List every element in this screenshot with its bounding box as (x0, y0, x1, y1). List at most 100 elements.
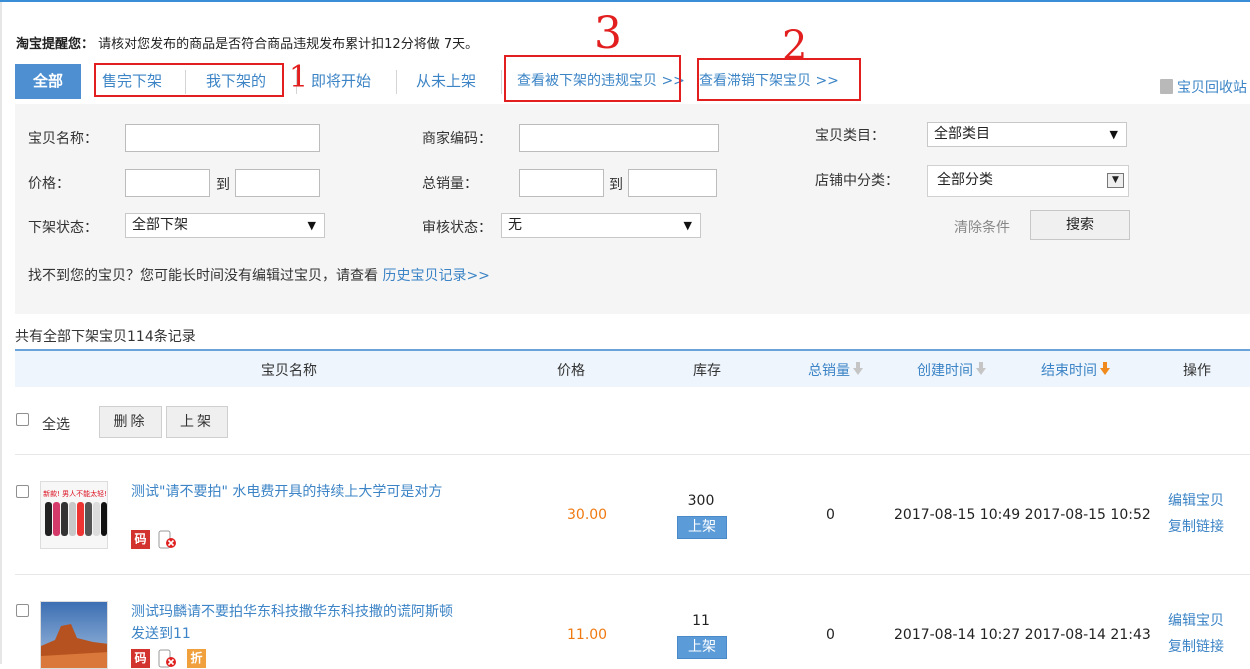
mobile-disabled-icon (158, 649, 176, 668)
product-price: 30.00 (567, 507, 608, 523)
total-sales-label: 总销量： (422, 176, 478, 192)
copy-link[interactable]: 复制链接 (1168, 636, 1224, 656)
code-badge: 码 (131, 530, 150, 549)
notice-bar: 淘宝提醒您： 请核对您发布的商品是否符合商品违规发布累计扣12分将做 7天。 (16, 33, 478, 52)
socks-image: 新款! 男人不能太轻! (41, 482, 107, 548)
price-max-input[interactable] (235, 169, 320, 197)
item-name-label: 宝贝名称： (28, 131, 98, 147)
shop-category-select[interactable]: 全部分类 ▼ (927, 165, 1129, 197)
top-border (0, 0, 1250, 2)
list-button[interactable]: 上架 (166, 406, 228, 438)
sales-to-label: 到 (609, 177, 623, 193)
select-all-label: 全选 (42, 417, 70, 433)
product-dates: 2017-08-15 10:49 2017-08-15 10:52 (894, 507, 1151, 523)
product-sales: 0 (826, 507, 835, 523)
edit-item-link[interactable]: 编辑宝贝 (1168, 490, 1224, 510)
col-ended-sort[interactable]: 结束时间 (1041, 360, 1110, 380)
item-name-input[interactable] (125, 124, 320, 152)
clear-filters-button[interactable]: 清除条件 (954, 217, 1010, 237)
col-created-label: 创建时间 (917, 363, 973, 379)
col-sales-label: 总销量 (808, 363, 850, 379)
table-header: 宝贝名称 价格 库存 总销量 创建时间 结束时间 操作 (15, 349, 1250, 387)
product-stock: 300 (687, 493, 715, 509)
discount-badge: 折 (187, 649, 206, 668)
merchant-code-label: 商家编码： (422, 131, 492, 147)
col-stock: 库存 (693, 363, 721, 379)
annotation-mark-2: 2 (782, 23, 808, 69)
dropdown-arrow-icon: ▼ (1107, 173, 1124, 188)
sort-down-icon (853, 362, 863, 375)
thumb-text: 新款! 男人不能太轻! (43, 489, 107, 498)
row-divider (15, 574, 1250, 575)
review-status-label: 审核状态： (422, 220, 492, 236)
col-created-sort[interactable]: 创建时间 (917, 360, 986, 380)
list-item-button[interactable]: 上架 (677, 636, 727, 659)
left-edge (0, 2, 2, 664)
sort-down-active-icon (1100, 362, 1110, 375)
product-dates: 2017-08-14 10:27 2017-08-14 21:43 (894, 627, 1151, 643)
tab-separator (396, 70, 397, 94)
shop-category-value: 全部分类 (937, 172, 993, 188)
dropdown-arrow-icon: ▼ (307, 219, 316, 232)
tab-never[interactable]: 从未上架 (416, 64, 476, 99)
col-name: 宝贝名称 (261, 363, 317, 379)
search-button[interactable]: 搜索 (1030, 210, 1130, 240)
annotation-mark-3: 3 (594, 8, 622, 59)
col-sales-sort[interactable]: 总销量 (808, 360, 863, 380)
row-checkbox[interactable] (16, 485, 29, 498)
history-records-link[interactable]: 历史宝贝记录>> (382, 268, 489, 284)
sales-max-input[interactable] (628, 169, 717, 197)
sales-min-input[interactable] (519, 169, 604, 197)
mobile-disabled-icon (158, 530, 176, 549)
col-price: 价格 (557, 363, 585, 379)
delete-button[interactable]: 删除 (99, 406, 162, 438)
dropdown-arrow-icon: ▼ (683, 219, 692, 232)
sort-down-icon (976, 362, 986, 375)
product-stock: 11 (692, 613, 710, 629)
price-to-label: 到 (216, 177, 230, 193)
annotation-box-3 (504, 55, 681, 102)
col-ops: 操作 (1183, 363, 1211, 379)
tab-separator (501, 70, 502, 94)
annotation-mark-1: 1 (289, 60, 309, 95)
delist-status-select[interactable]: 全部下架 ▼ (125, 213, 325, 238)
history-hint: 找不到您的宝贝？您可能长时间没有编辑过宝贝，请查看 历史宝贝记录>> (28, 265, 490, 285)
product-thumbnail[interactable] (40, 601, 108, 669)
row-checkbox[interactable] (16, 604, 29, 617)
annotation-box-2 (697, 58, 861, 101)
merchant-code-input[interactable] (519, 124, 719, 152)
product-sales: 0 (826, 627, 835, 643)
product-thumbnail[interactable]: 新款! 男人不能太轻! (40, 481, 108, 549)
annotation-box-1 (94, 63, 284, 97)
shop-category-label: 店铺中分类： (815, 173, 899, 189)
recycle-bin-label: 宝贝回收站 (1177, 80, 1247, 96)
row-divider (15, 454, 1250, 455)
copy-link[interactable]: 复制链接 (1168, 516, 1224, 536)
category-select[interactable]: 全部类目 ▼ (927, 122, 1127, 147)
category-label: 宝贝类目： (815, 128, 885, 144)
dropdown-arrow-icon: ▼ (1109, 128, 1118, 141)
review-status-value: 无 (508, 217, 522, 233)
product-title-link[interactable]: 测试玛麟请不要拍华东科技撒华东科技撒的谎阿斯顿发送到11 (131, 601, 461, 645)
list-item-button[interactable]: 上架 (677, 516, 727, 539)
category-value: 全部类目 (934, 126, 990, 142)
delist-status-label: 下架状态： (28, 220, 98, 236)
review-status-select[interactable]: 无 ▼ (501, 213, 701, 238)
edit-item-link[interactable]: 编辑宝贝 (1168, 610, 1224, 630)
delist-status-value: 全部下架 (132, 217, 188, 233)
record-count: 共有全部下架宝贝114条记录 (15, 329, 196, 345)
notice-prefix: 淘宝提醒您： (16, 37, 95, 52)
col-ended-label: 结束时间 (1041, 363, 1097, 379)
desert-image (41, 602, 107, 668)
recycle-bin-link[interactable]: 宝贝回收站 (1160, 77, 1247, 97)
history-hint-text: 找不到您的宝贝？您可能长时间没有编辑过宝贝，请查看 (28, 268, 383, 284)
tab-all[interactable]: 全部 (15, 64, 81, 99)
select-all-checkbox[interactable] (16, 413, 29, 426)
tab-coming[interactable]: 即将开始 (311, 64, 371, 99)
price-label: 价格： (28, 176, 70, 192)
product-title-link[interactable]: 测试"请不要拍" 水电费开具的持续上大学可是对方 (131, 481, 461, 503)
price-min-input[interactable] (125, 169, 210, 197)
trash-icon (1160, 79, 1173, 94)
filter-panel: 宝贝名称： 商家编码： 宝贝类目： 全部类目 ▼ 价格： 到 总销量： 到 店铺中… (15, 104, 1250, 314)
code-badge: 码 (131, 649, 150, 668)
